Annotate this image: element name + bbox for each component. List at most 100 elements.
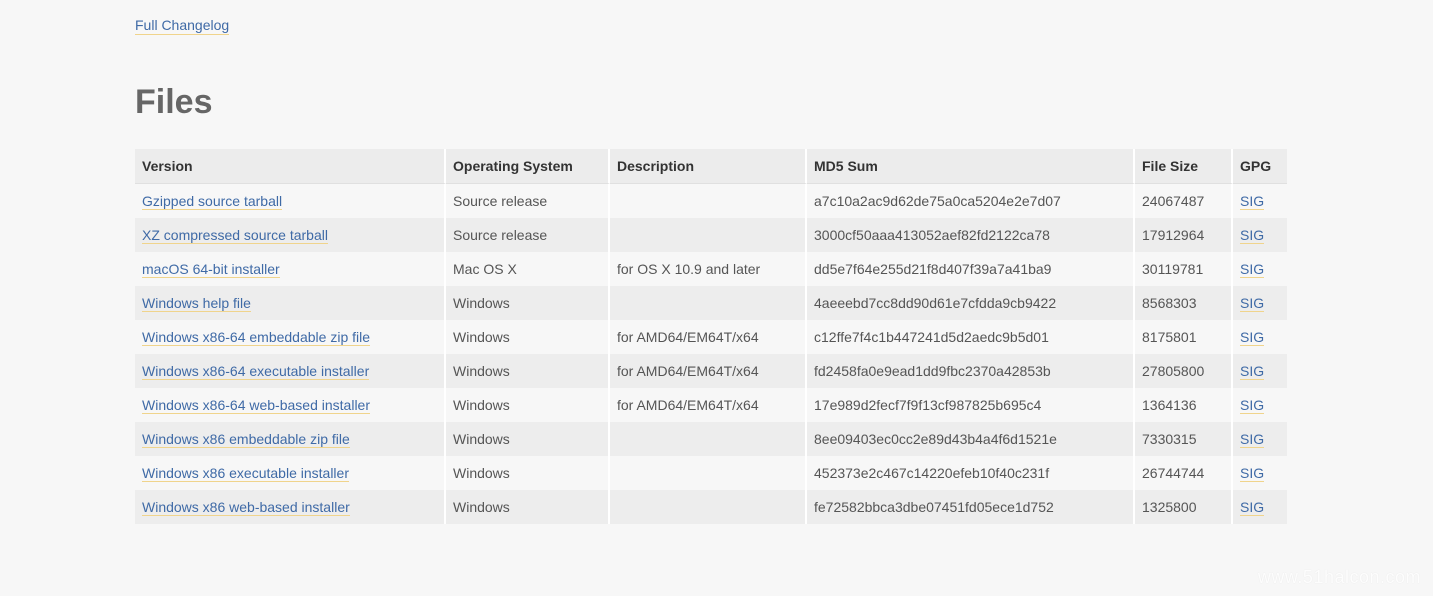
version-cell: Windows x86-64 embeddable zip file <box>135 320 446 354</box>
os-cell: Windows <box>446 422 610 456</box>
gpg-cell: SIG <box>1233 456 1287 490</box>
md5-cell: 8ee09403ec0cc2e89d43b4a4f6d1521e <box>807 422 1135 456</box>
version-link[interactable]: Windows help file <box>142 295 251 312</box>
description-cell: for AMD64/EM64T/x64 <box>610 354 807 388</box>
md5-cell: 3000cf50aaa413052aef82fd2122ca78 <box>807 218 1135 252</box>
file-size-cell: 27805800 <box>1135 354 1233 388</box>
version-link[interactable]: macOS 64-bit installer <box>142 261 280 278</box>
description-cell <box>610 456 807 490</box>
version-link[interactable]: XZ compressed source tarball <box>142 227 328 244</box>
sig-link[interactable]: SIG <box>1240 261 1265 278</box>
version-cell: Windows x86 executable installer <box>135 456 446 490</box>
version-cell: Gzipped source tarball <box>135 184 446 218</box>
table-row: Windows x86 executable installer Windows… <box>135 456 1287 490</box>
table-row: XZ compressed source tarball Source rele… <box>135 218 1287 252</box>
gpg-cell: SIG <box>1233 252 1287 286</box>
version-link[interactable]: Gzipped source tarball <box>142 193 283 210</box>
file-size-cell: 30119781 <box>1135 252 1233 286</box>
file-size-cell: 26744744 <box>1135 456 1233 490</box>
table-header-row: Version Operating System Description MD5… <box>135 149 1287 184</box>
sig-link[interactable]: SIG <box>1240 227 1265 244</box>
version-cell: Windows x86-64 executable installer <box>135 354 446 388</box>
sig-link[interactable]: SIG <box>1240 193 1265 210</box>
gpg-cell: SIG <box>1233 388 1287 422</box>
gpg-cell: SIG <box>1233 218 1287 252</box>
os-cell: Windows <box>446 286 610 320</box>
file-size-cell: 8175801 <box>1135 320 1233 354</box>
version-link[interactable]: Windows x86-64 web-based installer <box>142 397 370 414</box>
file-size-cell: 8568303 <box>1135 286 1233 320</box>
file-size-cell: 24067487 <box>1135 184 1233 218</box>
os-cell: Source release <box>446 218 610 252</box>
md5-cell: fd2458fa0e9ead1dd9fbc2370a42853b <box>807 354 1135 388</box>
sig-link[interactable]: SIG <box>1240 499 1265 516</box>
os-cell: Windows <box>446 456 610 490</box>
files-table: Version Operating System Description MD5… <box>135 149 1287 524</box>
gpg-cell: SIG <box>1233 184 1287 218</box>
version-cell: Windows x86 embeddable zip file <box>135 422 446 456</box>
header-version: Version <box>135 149 446 184</box>
table-row: Gzipped source tarball Source release a7… <box>135 184 1287 218</box>
table-row: Windows x86-64 executable installer Wind… <box>135 354 1287 388</box>
md5-cell: 17e989d2fecf7f9f13cf987825b695c4 <box>807 388 1135 422</box>
page: Full Changelog Files Version Operating S… <box>0 0 1433 596</box>
gpg-cell: SIG <box>1233 286 1287 320</box>
version-cell: Windows help file <box>135 286 446 320</box>
version-cell: macOS 64-bit installer <box>135 252 446 286</box>
file-size-cell: 17912964 <box>1135 218 1233 252</box>
watermark: www.51halcon.com <box>1257 567 1421 587</box>
description-cell: for OS X 10.9 and later <box>610 252 807 286</box>
files-heading: Files <box>135 83 213 121</box>
gpg-cell: SIG <box>1233 490 1287 524</box>
os-cell: Source release <box>446 184 610 218</box>
md5-cell: a7c10a2ac9d62de75a0ca5204e2e7d07 <box>807 184 1135 218</box>
md5-cell: dd5e7f64e255d21f8d407f39a7a41ba9 <box>807 252 1135 286</box>
sig-link[interactable]: SIG <box>1240 431 1265 448</box>
sig-link[interactable]: SIG <box>1240 295 1265 312</box>
file-size-cell: 1325800 <box>1135 490 1233 524</box>
table-row: Windows help file Windows 4aeeebd7cc8dd9… <box>135 286 1287 320</box>
version-cell: XZ compressed source tarball <box>135 218 446 252</box>
header-description: Description <box>610 149 807 184</box>
gpg-cell: SIG <box>1233 422 1287 456</box>
os-cell: Windows <box>446 320 610 354</box>
table-row: Windows x86-64 web-based installer Windo… <box>135 388 1287 422</box>
version-cell: Windows x86-64 web-based installer <box>135 388 446 422</box>
gpg-cell: SIG <box>1233 320 1287 354</box>
header-file-size: File Size <box>1135 149 1233 184</box>
table-row: Windows x86 web-based installer Windows … <box>135 490 1287 524</box>
version-link[interactable]: Windows x86 embeddable zip file <box>142 431 350 448</box>
md5-cell: 452373e2c467c14220efeb10f40c231f <box>807 456 1135 490</box>
table-row: Windows x86 embeddable zip file Windows … <box>135 422 1287 456</box>
description-cell <box>610 422 807 456</box>
table-row: Windows x86-64 embeddable zip file Windo… <box>135 320 1287 354</box>
description-cell: for AMD64/EM64T/x64 <box>610 320 807 354</box>
version-link[interactable]: Windows x86-64 executable installer <box>142 363 370 380</box>
os-cell: Windows <box>446 354 610 388</box>
md5-cell: fe72582bbca3dbe07451fd05ece1d752 <box>807 490 1135 524</box>
sig-link[interactable]: SIG <box>1240 465 1265 482</box>
os-cell: Mac OS X <box>446 252 610 286</box>
md5-cell: 4aeeebd7cc8dd90d61e7cfdda9cb9422 <box>807 286 1135 320</box>
header-operating-system: Operating System <box>446 149 610 184</box>
os-cell: Windows <box>446 490 610 524</box>
description-cell <box>610 286 807 320</box>
sig-link[interactable]: SIG <box>1240 397 1265 414</box>
file-size-cell: 7330315 <box>1135 422 1233 456</box>
version-link[interactable]: Windows x86 web-based installer <box>142 499 350 516</box>
os-cell: Windows <box>446 388 610 422</box>
sig-link[interactable]: SIG <box>1240 363 1265 380</box>
gpg-cell: SIG <box>1233 354 1287 388</box>
version-link[interactable]: Windows x86-64 embeddable zip file <box>142 329 371 346</box>
header-md5-sum: MD5 Sum <box>807 149 1135 184</box>
description-cell: for AMD64/EM64T/x64 <box>610 388 807 422</box>
sig-link[interactable]: SIG <box>1240 329 1265 346</box>
md5-cell: c12ffe7f4c1b447241d5d2aedc9b5d01 <box>807 320 1135 354</box>
description-cell <box>610 218 807 252</box>
table-row: macOS 64-bit installer Mac OS X for OS X… <box>135 252 1287 286</box>
version-link[interactable]: Windows x86 executable installer <box>142 465 349 482</box>
header-gpg: GPG <box>1233 149 1287 184</box>
description-cell <box>610 490 807 524</box>
version-cell: Windows x86 web-based installer <box>135 490 446 524</box>
full-changelog-link[interactable]: Full Changelog <box>135 16 230 35</box>
